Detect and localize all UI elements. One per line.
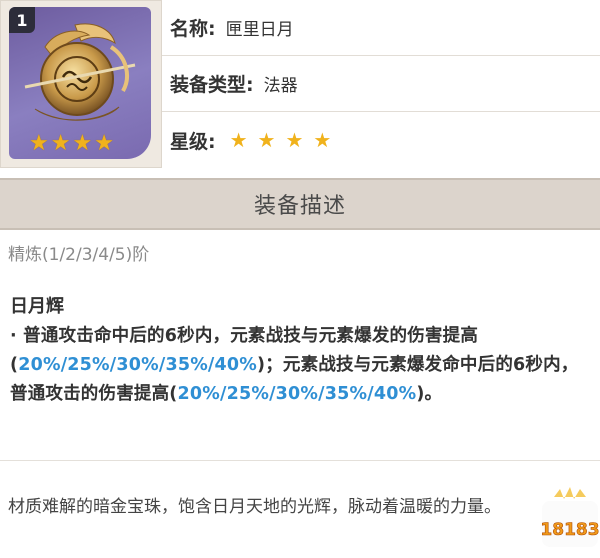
star-icon: ★: [257, 128, 276, 152]
rarity-label: 星级:: [170, 130, 216, 153]
site-watermark-logo: 18183: [540, 487, 600, 547]
name-label: 名称:: [170, 18, 216, 40]
star-icon: ★: [72, 131, 93, 156]
passive-skill-block: 日月辉 · 普通攻击命中后的6秒内，元素战技与元素爆发的伤害提高(20%/25%…: [0, 278, 600, 466]
catalyst-orb-icon: [24, 23, 136, 121]
star-icon: ★: [50, 131, 71, 156]
skill-highlight-value: 20%/25%/30%/35%/40%: [177, 384, 417, 404]
refinement-label: 精炼(1/2/3/4/5)阶: [8, 245, 150, 265]
rarity-stars: ★ ★ ★ ★: [230, 128, 332, 152]
type-row: 装备类型: 法器: [162, 56, 600, 112]
thumbnail-rarity-stars: ★ ★ ★ ★: [29, 133, 114, 155]
type-label: 装备类型:: [170, 74, 254, 96]
skill-name: 日月辉: [10, 296, 64, 317]
item-thumbnail-frame: 1 ★ ★ ★ ★: [0, 0, 162, 168]
section-divider: [0, 460, 600, 461]
skill-description: · 普通攻击命中后的6秒内，元素战技与元素爆发的伤害提高(20%/25%/30%…: [10, 322, 592, 409]
name-value: 匣里日月: [225, 20, 294, 40]
skill-text-part: )。: [416, 384, 443, 404]
weapon-detail-page: 1 ★ ★ ★ ★ 名称: 匣里日月 装备类型: 法器 星级: ★ ★ ★ ★ …: [0, 0, 600, 558]
item-thumbnail: 1 ★ ★ ★ ★: [9, 7, 151, 159]
type-value: 法器: [263, 76, 298, 96]
svg-text:18183: 18183: [540, 520, 599, 540]
star-icon: ★: [285, 128, 304, 152]
star-icon: ★: [313, 128, 332, 152]
rarity-row: 星级: ★ ★ ★ ★: [162, 112, 600, 168]
item-info-section: 1 ★ ★ ★ ★ 名称: 匣里日月 装备类型: 法器 星级: ★ ★ ★ ★: [0, 0, 600, 172]
skill-highlight-value: 20%/25%/30%/35%/40%: [18, 355, 258, 375]
star-icon: ★: [29, 131, 49, 156]
star-icon: ★: [94, 131, 114, 156]
star-icon: ★: [229, 128, 248, 152]
bullet-point: ·: [10, 326, 17, 346]
description-header-title: 装备描述: [253, 194, 346, 219]
name-row: 名称: 匣里日月: [162, 0, 600, 56]
flavor-text: 材质难解的暗金宝珠，饱含日月天地的光辉，脉动着温暖的力量。: [8, 497, 501, 517]
description-header: 装备描述: [0, 178, 600, 230]
